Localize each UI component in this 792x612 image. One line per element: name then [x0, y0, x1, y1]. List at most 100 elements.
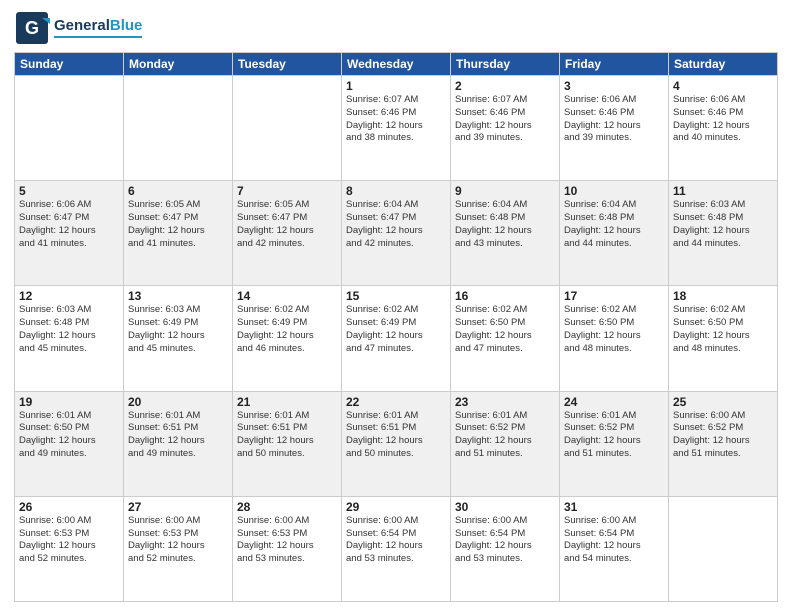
calendar-cell	[233, 76, 342, 181]
day-info: Sunrise: 6:01 AM Sunset: 6:52 PM Dayligh…	[455, 410, 555, 461]
calendar-cell: 14Sunrise: 6:02 AM Sunset: 6:49 PM Dayli…	[233, 286, 342, 391]
calendar-cell: 10Sunrise: 6:04 AM Sunset: 6:48 PM Dayli…	[560, 181, 669, 286]
day-number: 18	[673, 289, 773, 303]
calendar-week-row: 5Sunrise: 6:06 AM Sunset: 6:47 PM Daylig…	[15, 181, 778, 286]
day-number: 15	[346, 289, 446, 303]
calendar-cell: 29Sunrise: 6:00 AM Sunset: 6:54 PM Dayli…	[342, 496, 451, 601]
day-number: 7	[237, 184, 337, 198]
calendar-cell: 3Sunrise: 6:06 AM Sunset: 6:46 PM Daylig…	[560, 76, 669, 181]
weekday-header-friday: Friday	[560, 53, 669, 76]
calendar-cell: 21Sunrise: 6:01 AM Sunset: 6:51 PM Dayli…	[233, 391, 342, 496]
day-number: 30	[455, 500, 555, 514]
day-info: Sunrise: 6:00 AM Sunset: 6:54 PM Dayligh…	[346, 515, 446, 566]
day-info: Sunrise: 6:02 AM Sunset: 6:50 PM Dayligh…	[564, 304, 664, 355]
day-info: Sunrise: 6:03 AM Sunset: 6:48 PM Dayligh…	[673, 199, 773, 250]
day-info: Sunrise: 6:00 AM Sunset: 6:53 PM Dayligh…	[19, 515, 119, 566]
day-number: 8	[346, 184, 446, 198]
weekday-header-monday: Monday	[124, 53, 233, 76]
day-number: 26	[19, 500, 119, 514]
weekday-header-saturday: Saturday	[669, 53, 778, 76]
calendar-cell	[124, 76, 233, 181]
day-info: Sunrise: 6:07 AM Sunset: 6:46 PM Dayligh…	[346, 94, 446, 145]
day-info: Sunrise: 6:00 AM Sunset: 6:53 PM Dayligh…	[128, 515, 228, 566]
header: G GeneralBlue	[14, 10, 778, 46]
calendar-cell: 4Sunrise: 6:06 AM Sunset: 6:46 PM Daylig…	[669, 76, 778, 181]
svg-text:G: G	[25, 18, 39, 38]
day-number: 28	[237, 500, 337, 514]
calendar-cell	[669, 496, 778, 601]
day-info: Sunrise: 6:01 AM Sunset: 6:52 PM Dayligh…	[564, 410, 664, 461]
calendar-cell: 2Sunrise: 6:07 AM Sunset: 6:46 PM Daylig…	[451, 76, 560, 181]
day-info: Sunrise: 6:04 AM Sunset: 6:47 PM Dayligh…	[346, 199, 446, 250]
day-info: Sunrise: 6:00 AM Sunset: 6:53 PM Dayligh…	[237, 515, 337, 566]
calendar-cell: 25Sunrise: 6:00 AM Sunset: 6:52 PM Dayli…	[669, 391, 778, 496]
day-number: 20	[128, 395, 228, 409]
calendar-cell: 5Sunrise: 6:06 AM Sunset: 6:47 PM Daylig…	[15, 181, 124, 286]
calendar-cell: 17Sunrise: 6:02 AM Sunset: 6:50 PM Dayli…	[560, 286, 669, 391]
day-number: 17	[564, 289, 664, 303]
day-number: 5	[19, 184, 119, 198]
calendar-cell: 18Sunrise: 6:02 AM Sunset: 6:50 PM Dayli…	[669, 286, 778, 391]
day-number: 16	[455, 289, 555, 303]
day-info: Sunrise: 6:02 AM Sunset: 6:50 PM Dayligh…	[455, 304, 555, 355]
day-number: 25	[673, 395, 773, 409]
day-number: 21	[237, 395, 337, 409]
day-info: Sunrise: 6:03 AM Sunset: 6:48 PM Dayligh…	[19, 304, 119, 355]
day-info: Sunrise: 6:06 AM Sunset: 6:46 PM Dayligh…	[673, 94, 773, 145]
page: G GeneralBlue SundayMondayTuesdayWednesd…	[0, 0, 792, 612]
day-number: 13	[128, 289, 228, 303]
logo: G GeneralBlue	[14, 10, 142, 46]
day-info: Sunrise: 6:06 AM Sunset: 6:47 PM Dayligh…	[19, 199, 119, 250]
day-info: Sunrise: 6:01 AM Sunset: 6:50 PM Dayligh…	[19, 410, 119, 461]
day-number: 6	[128, 184, 228, 198]
day-number: 12	[19, 289, 119, 303]
calendar-cell: 24Sunrise: 6:01 AM Sunset: 6:52 PM Dayli…	[560, 391, 669, 496]
calendar-cell: 1Sunrise: 6:07 AM Sunset: 6:46 PM Daylig…	[342, 76, 451, 181]
day-number: 24	[564, 395, 664, 409]
calendar-cell: 30Sunrise: 6:00 AM Sunset: 6:54 PM Dayli…	[451, 496, 560, 601]
logo-text: GeneralBlue	[54, 18, 142, 35]
day-number: 14	[237, 289, 337, 303]
calendar-cell: 13Sunrise: 6:03 AM Sunset: 6:49 PM Dayli…	[124, 286, 233, 391]
calendar-cell: 23Sunrise: 6:01 AM Sunset: 6:52 PM Dayli…	[451, 391, 560, 496]
calendar-cell: 19Sunrise: 6:01 AM Sunset: 6:50 PM Dayli…	[15, 391, 124, 496]
day-info: Sunrise: 6:05 AM Sunset: 6:47 PM Dayligh…	[237, 199, 337, 250]
day-number: 31	[564, 500, 664, 514]
calendar-table: SundayMondayTuesdayWednesdayThursdayFrid…	[14, 52, 778, 602]
day-number: 2	[455, 79, 555, 93]
day-number: 22	[346, 395, 446, 409]
calendar-cell: 11Sunrise: 6:03 AM Sunset: 6:48 PM Dayli…	[669, 181, 778, 286]
weekday-header-sunday: Sunday	[15, 53, 124, 76]
calendar-cell: 27Sunrise: 6:00 AM Sunset: 6:53 PM Dayli…	[124, 496, 233, 601]
calendar-cell: 7Sunrise: 6:05 AM Sunset: 6:47 PM Daylig…	[233, 181, 342, 286]
calendar-cell: 16Sunrise: 6:02 AM Sunset: 6:50 PM Dayli…	[451, 286, 560, 391]
calendar-cell: 9Sunrise: 6:04 AM Sunset: 6:48 PM Daylig…	[451, 181, 560, 286]
calendar-week-row: 19Sunrise: 6:01 AM Sunset: 6:50 PM Dayli…	[15, 391, 778, 496]
day-number: 9	[455, 184, 555, 198]
day-info: Sunrise: 6:00 AM Sunset: 6:54 PM Dayligh…	[455, 515, 555, 566]
calendar-week-row: 26Sunrise: 6:00 AM Sunset: 6:53 PM Dayli…	[15, 496, 778, 601]
day-number: 11	[673, 184, 773, 198]
day-number: 23	[455, 395, 555, 409]
day-number: 1	[346, 79, 446, 93]
day-info: Sunrise: 6:02 AM Sunset: 6:50 PM Dayligh…	[673, 304, 773, 355]
calendar-cell: 12Sunrise: 6:03 AM Sunset: 6:48 PM Dayli…	[15, 286, 124, 391]
day-info: Sunrise: 6:00 AM Sunset: 6:54 PM Dayligh…	[564, 515, 664, 566]
day-info: Sunrise: 6:05 AM Sunset: 6:47 PM Dayligh…	[128, 199, 228, 250]
calendar-cell	[15, 76, 124, 181]
calendar-cell: 6Sunrise: 6:05 AM Sunset: 6:47 PM Daylig…	[124, 181, 233, 286]
weekday-header-row: SundayMondayTuesdayWednesdayThursdayFrid…	[15, 53, 778, 76]
calendar-cell: 20Sunrise: 6:01 AM Sunset: 6:51 PM Dayli…	[124, 391, 233, 496]
day-info: Sunrise: 6:07 AM Sunset: 6:46 PM Dayligh…	[455, 94, 555, 145]
calendar-cell: 31Sunrise: 6:00 AM Sunset: 6:54 PM Dayli…	[560, 496, 669, 601]
day-info: Sunrise: 6:01 AM Sunset: 6:51 PM Dayligh…	[128, 410, 228, 461]
day-number: 10	[564, 184, 664, 198]
day-info: Sunrise: 6:01 AM Sunset: 6:51 PM Dayligh…	[346, 410, 446, 461]
day-info: Sunrise: 6:01 AM Sunset: 6:51 PM Dayligh…	[237, 410, 337, 461]
day-info: Sunrise: 6:03 AM Sunset: 6:49 PM Dayligh…	[128, 304, 228, 355]
day-info: Sunrise: 6:02 AM Sunset: 6:49 PM Dayligh…	[346, 304, 446, 355]
calendar-week-row: 12Sunrise: 6:03 AM Sunset: 6:48 PM Dayli…	[15, 286, 778, 391]
day-number: 19	[19, 395, 119, 409]
weekday-header-tuesday: Tuesday	[233, 53, 342, 76]
calendar-cell: 15Sunrise: 6:02 AM Sunset: 6:49 PM Dayli…	[342, 286, 451, 391]
